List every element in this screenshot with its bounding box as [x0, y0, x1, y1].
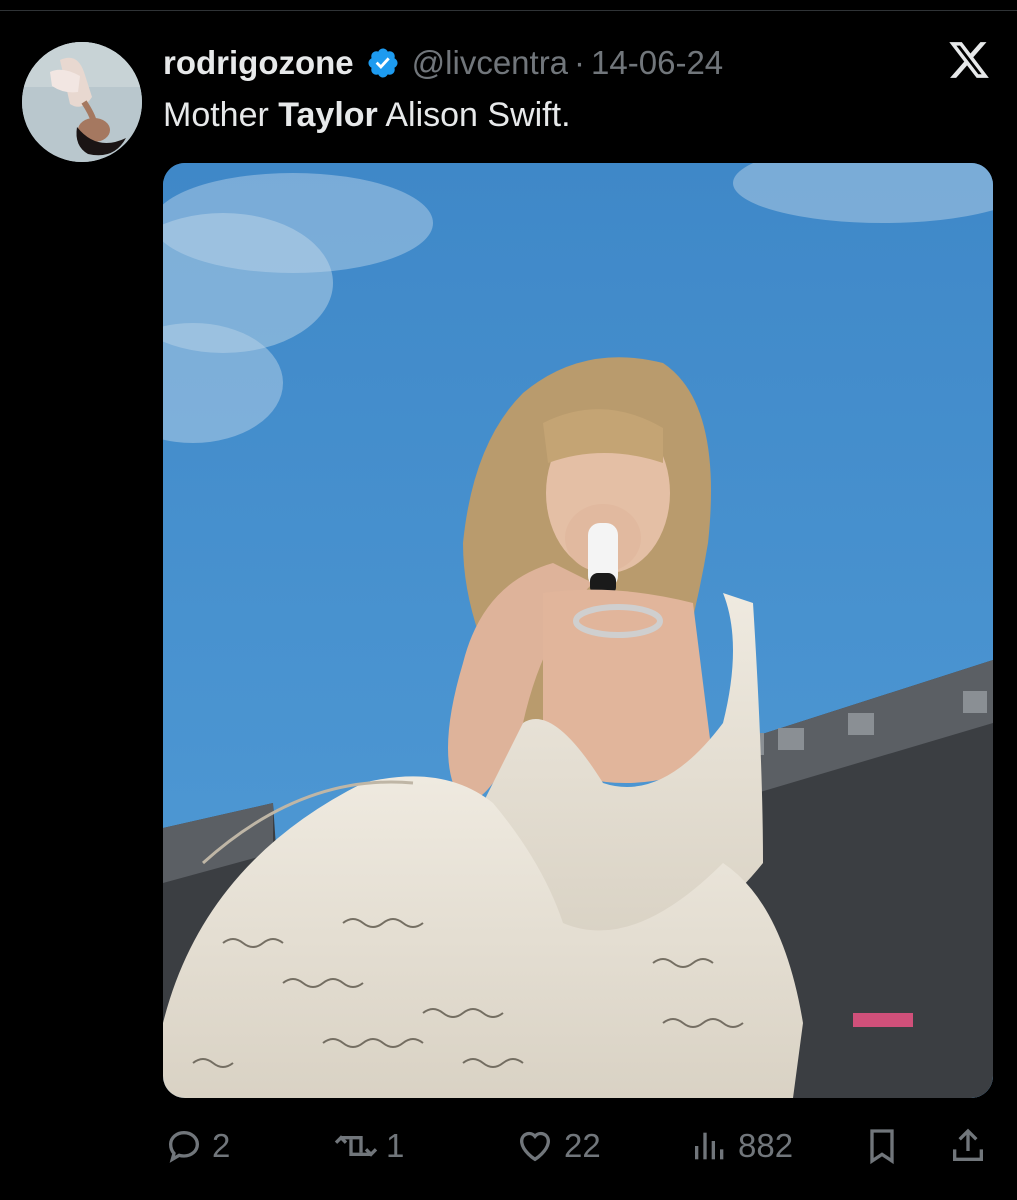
tweet-actions: 2 1 22 882	[0, 1118, 1017, 1174]
tweet-text-start: Mother	[163, 96, 279, 134]
repost-button[interactable]: 1	[334, 1118, 404, 1174]
share-button[interactable]	[948, 1118, 988, 1174]
tweet-text-end: Alison Swift.	[377, 96, 571, 134]
x-logo-icon	[949, 42, 989, 78]
verified-badge-icon	[368, 48, 398, 78]
like-count: 22	[564, 1127, 601, 1164]
bookmark-icon	[870, 1129, 894, 1165]
like-button[interactable]: 22	[514, 1118, 601, 1174]
avatar[interactable]	[22, 42, 142, 162]
tweet-media-image[interactable]	[163, 163, 993, 1098]
top-divider	[0, 10, 1017, 11]
display-name[interactable]: rodrigozone	[163, 44, 354, 82]
performer-photo	[163, 163, 993, 1098]
tweet-date[interactable]: 14-06-24	[591, 44, 723, 82]
like-icon	[519, 1131, 551, 1162]
reply-icon	[168, 1130, 200, 1163]
avatar-image	[22, 42, 142, 162]
reply-button[interactable]: 2	[164, 1118, 230, 1174]
views-button[interactable]: 882	[690, 1118, 793, 1174]
tweet-header: rodrigozone @livcentra · 14-06-24	[163, 40, 723, 86]
view-count: 882	[738, 1127, 794, 1164]
bookmark-button[interactable]	[862, 1118, 902, 1174]
tweet-text-bold: Taylor	[278, 96, 378, 134]
repost-count: 1	[386, 1127, 405, 1164]
user-handle[interactable]: @livcentra	[412, 44, 568, 82]
tweet-text: Mother Taylor Alison Swift.	[163, 96, 571, 135]
reply-count: 2	[212, 1127, 231, 1164]
repost-icon	[334, 1135, 378, 1157]
share-icon	[953, 1128, 983, 1161]
views-icon	[695, 1132, 724, 1160]
header-separator: ·	[574, 44, 586, 81]
